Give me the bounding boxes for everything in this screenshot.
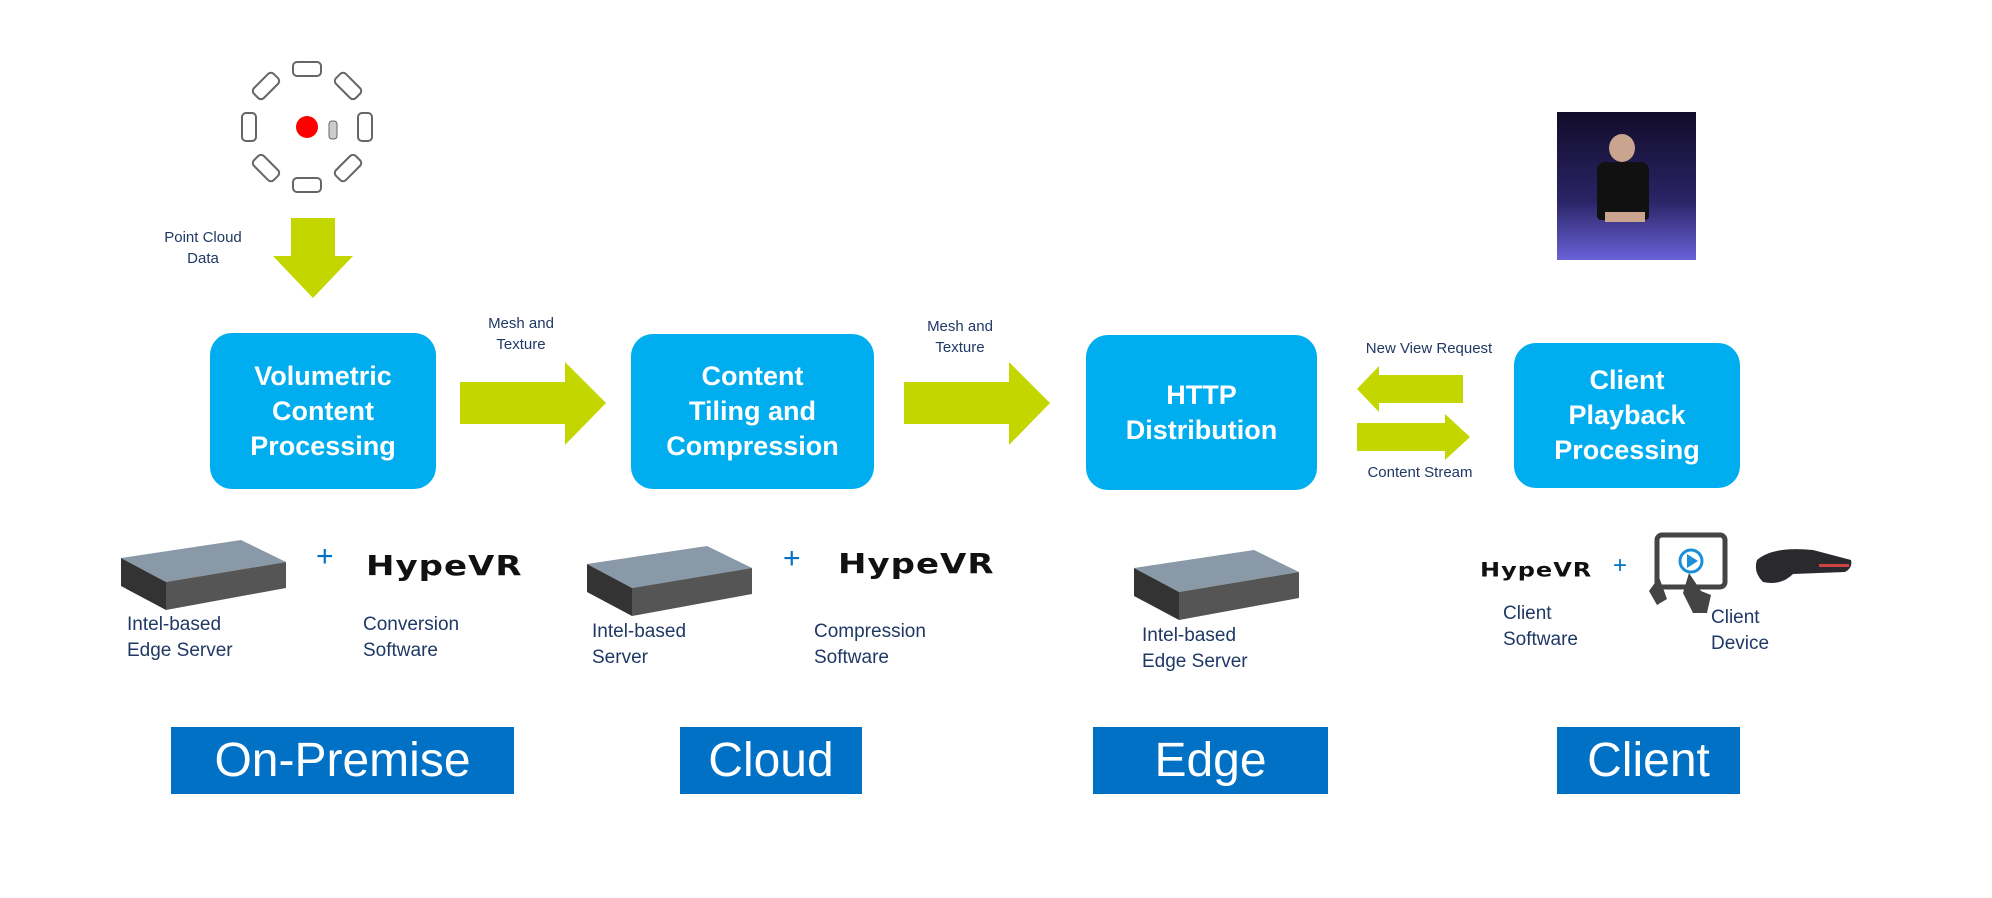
camera-icon <box>333 71 363 101</box>
camera-icon <box>357 112 373 142</box>
point-cloud-label: Point Cloud Data <box>164 229 242 267</box>
process-box-http: HTTP Distribution <box>1086 335 1317 490</box>
tier-on-premise: On-Premise <box>171 727 514 794</box>
flow-label-stream: Content Stream <box>1367 464 1473 481</box>
plus-sign: + <box>783 542 801 575</box>
down-arrow <box>273 218 353 298</box>
camera-rig-icon <box>241 61 373 193</box>
tier-client: Client <box>1557 727 1740 794</box>
camera-icon <box>333 153 363 183</box>
server-icon-cloud <box>587 546 752 616</box>
hypevr-logo: HypeVR <box>1480 558 1593 582</box>
tier-cloud: Cloud <box>680 727 862 794</box>
camera-icon <box>292 61 322 77</box>
plus-sign: + <box>316 540 334 573</box>
process-box-client: Client Playback Processing <box>1514 343 1740 488</box>
right-arrow-2 <box>904 362 1050 445</box>
onprem-server-label: Intel-based Edge Server <box>127 614 233 661</box>
process-box-tiling: Content Tiling and Compression <box>631 334 874 489</box>
pipeline-diagram: Point Cloud Data Volumetric Content Proc… <box>0 0 1992 898</box>
client-software-label: Client Software <box>1503 603 1578 650</box>
flow-label-mesh-2: Mesh and Texture <box>927 318 993 356</box>
client-device-label: Client Device <box>1711 607 1770 654</box>
flow-label-request: New View Request <box>1365 340 1493 357</box>
camera-icon <box>251 71 281 101</box>
cloud-server-label: Intel-based Server <box>592 621 687 668</box>
server-icon-onprem <box>121 540 286 610</box>
hypevr-logo: HypeVR <box>838 548 995 580</box>
hypevr-logo: HypeVR <box>366 550 523 582</box>
cloud-software-label: Compression Software <box>814 621 926 668</box>
onprem-software-label: Conversion Software <box>363 614 460 661</box>
edge-server-label: Intel-based Edge Server <box>1142 625 1248 672</box>
camera-icon <box>241 112 257 142</box>
vr-headset-icon <box>1755 549 1852 583</box>
volumetric-capture-image <box>1557 112 1696 260</box>
flow-label-mesh-1: Mesh and Texture <box>488 315 554 353</box>
tier-edge: Edge <box>1093 727 1328 794</box>
plus-sign: + <box>1613 552 1628 579</box>
right-arrow-stream <box>1357 414 1470 460</box>
camera-icon <box>292 177 322 193</box>
left-arrow-request <box>1357 366 1463 412</box>
camera-icon <box>251 153 281 183</box>
server-icon-edge <box>1134 550 1299 620</box>
process-box-volumetric: Volumetric Content Processing <box>210 333 436 489</box>
right-arrow-1 <box>460 362 606 445</box>
